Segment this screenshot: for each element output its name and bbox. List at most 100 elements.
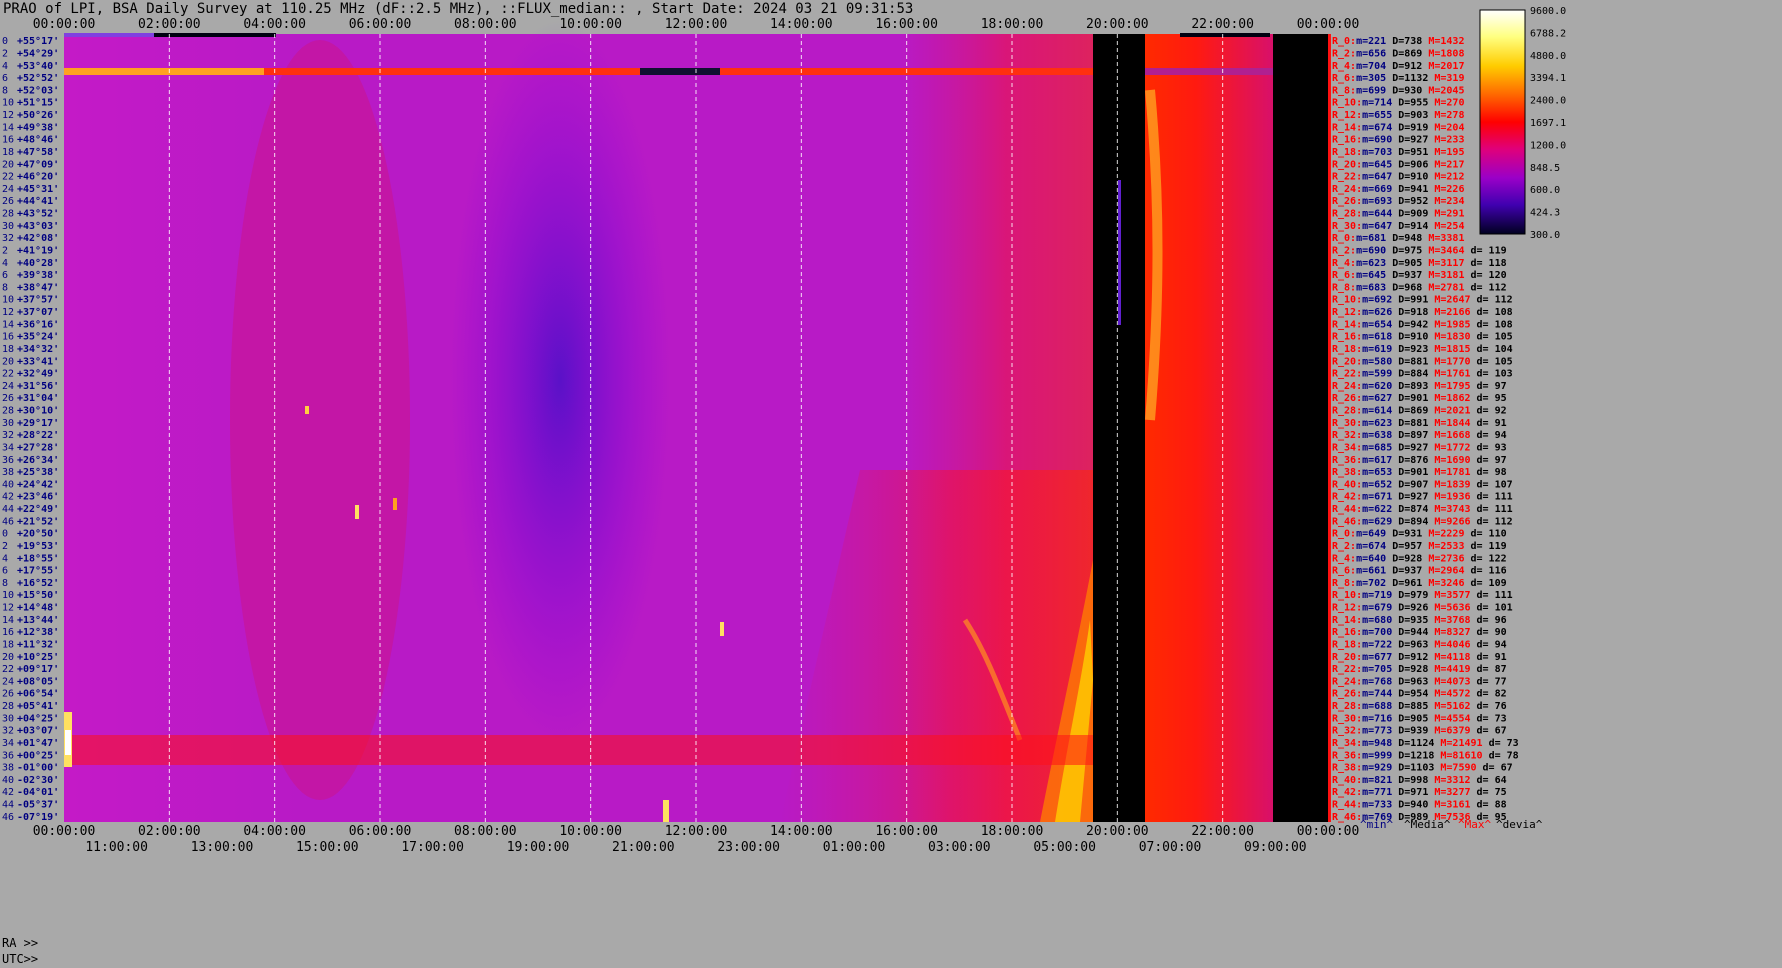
row-max: M=212	[1434, 172, 1464, 183]
row-stats: R_20:m=645 D=906 M=217	[1332, 159, 1464, 170]
row-max: M=1761	[1434, 369, 1470, 380]
row-beam-label: R_12:	[1332, 603, 1362, 614]
row-stats: R_32:m=638 D=897 M=1668 d= 94	[1332, 430, 1507, 441]
row-number: 32	[2, 430, 14, 441]
row-stats: R_26:m=744 D=954 M=4572 d= 82	[1332, 689, 1507, 700]
row-stats: R_16:m=618 D=910 M=1830 d= 105	[1332, 332, 1513, 343]
ra-time-tick: 02:00:00	[138, 824, 201, 839]
row-max: M=3743	[1434, 504, 1470, 515]
row-beam-label: R_28:	[1332, 701, 1362, 712]
row-stats: R_28:m=614 D=869 M=2021 d= 92	[1332, 406, 1507, 417]
row-min: m=681	[1356, 233, 1392, 244]
top-time-tick: 14:00:00	[770, 17, 833, 32]
row-min: m=645	[1356, 270, 1392, 281]
row-declination: +18°55'	[17, 553, 59, 564]
row-beam-label: R_2:	[1332, 541, 1356, 552]
row-number: 30	[2, 221, 14, 232]
row-declination: +52°03'	[17, 85, 59, 96]
ra-time-tick: 10:00:00	[559, 824, 622, 839]
row-declination: +39°38'	[17, 270, 59, 281]
row-number: 20	[2, 159, 14, 170]
row-stats: R_36:m=999 D=1218 M=81610 d= 78	[1332, 750, 1519, 761]
row-number: 42	[2, 492, 14, 503]
row-number: 22	[2, 172, 14, 183]
row-declination: +44°41'	[17, 196, 59, 207]
row-deviation: d= 64	[1470, 775, 1506, 786]
row-declination: +15°50'	[17, 590, 59, 601]
row-median: D=927	[1398, 492, 1434, 503]
row-stats: R_26:m=627 D=901 M=1862 d= 95	[1332, 393, 1507, 404]
row-declination: +04°25'	[17, 713, 59, 724]
row-number: 24	[2, 184, 14, 195]
row-stats: R_16:m=690 D=927 M=233	[1332, 135, 1464, 146]
row-median: D=957	[1392, 541, 1428, 552]
row-stats: R_20:m=677 D=912 M=4118 d= 91	[1332, 652, 1507, 663]
row-median: D=937	[1392, 270, 1428, 281]
top-time-tick: 16:00:00	[875, 17, 938, 32]
ra-time-tick: 08:00:00	[454, 824, 517, 839]
row-number: 28	[2, 209, 14, 220]
row-median: D=923	[1398, 344, 1434, 355]
legend-media: ^Media^	[1404, 818, 1451, 831]
bottom-time-axes: 00:00:00 02:00:00 04:00:00 06:00:00 08:00:00…	[33, 824, 1360, 855]
row-max: M=4073	[1434, 676, 1470, 687]
heatmap-chart: 00:00:00 02:00:00 04:00:00 06:00:00 08:00:00…	[2, 6, 1566, 855]
row-declination: +36°16'	[17, 319, 59, 330]
row-number: 20	[2, 652, 14, 663]
row-median: D=1103	[1398, 763, 1440, 774]
row-beam-label: R_24:	[1332, 676, 1362, 687]
row-deviation: d= 101	[1470, 603, 1512, 614]
row-number: 34	[2, 442, 14, 453]
row-max: M=6379	[1434, 726, 1470, 737]
row-stats: R_6:m=661 D=937 M=2964 d= 116	[1332, 566, 1507, 577]
row-max: M=3464	[1428, 245, 1464, 256]
row-number: 14	[2, 319, 14, 330]
row-beam-label: R_16:	[1332, 332, 1362, 343]
row-number: 22	[2, 664, 14, 675]
row-deviation: d= 94	[1470, 430, 1506, 441]
colorbar-tick: 9600.0	[1530, 6, 1566, 17]
row-beam-label: R_0:	[1332, 233, 1356, 244]
row-declination: +43°52'	[17, 209, 59, 220]
row-max: M=3161	[1434, 800, 1470, 811]
row-deviation: d= 67	[1470, 726, 1506, 737]
row-median: D=927	[1398, 442, 1434, 453]
row-number: 28	[2, 406, 14, 417]
row-median: D=941	[1398, 184, 1434, 195]
row-declination: +35°24'	[17, 332, 59, 343]
row-beam-label: R_32:	[1332, 726, 1362, 737]
row-number: 10	[2, 98, 14, 109]
row-median: D=928	[1398, 664, 1434, 675]
row-median: D=919	[1398, 122, 1434, 133]
row-max: M=1815	[1434, 344, 1470, 355]
row-number: 18	[2, 147, 14, 158]
row-median: D=963	[1398, 676, 1434, 687]
row-deviation: d= 88	[1470, 800, 1506, 811]
row-beam-label: R_18:	[1332, 147, 1362, 158]
row-stats: R_32:m=773 D=939 M=6379 d= 67	[1332, 726, 1507, 737]
row-beam-label: R_24:	[1332, 184, 1362, 195]
row-min: m=620	[1362, 381, 1398, 392]
row-max: M=7590	[1440, 763, 1476, 774]
row-beam-label: R_6:	[1332, 270, 1356, 281]
row-stats: R_46:m=629 D=894 M=9266 d= 112	[1332, 516, 1513, 527]
row-min: m=704	[1356, 61, 1392, 72]
row-number: 16	[2, 332, 14, 343]
row-stats: R_10:m=714 D=955 M=270	[1332, 98, 1464, 109]
row-median: D=951	[1398, 147, 1434, 158]
row-stats: R_10:m=692 D=991 M=2647 d= 112	[1332, 295, 1513, 306]
row-deviation: d= 96	[1470, 615, 1506, 626]
row-declination: +45°31'	[17, 184, 59, 195]
row-beam-label: R_14:	[1332, 615, 1362, 626]
row-stats: R_34:m=685 D=927 M=1772 d= 93	[1332, 442, 1507, 453]
row-min: m=644	[1362, 209, 1398, 220]
row-median: D=935	[1398, 615, 1434, 626]
row-max: M=1432	[1428, 36, 1464, 47]
row-deviation: d= 116	[1464, 566, 1506, 577]
row-declination: +01°47'	[17, 738, 59, 749]
row-max: M=291	[1434, 209, 1464, 220]
row-median: D=881	[1398, 356, 1434, 367]
row-median: D=998	[1398, 775, 1434, 786]
row-beam-label: R_44:	[1332, 800, 1362, 811]
row-number: 8	[2, 85, 8, 96]
